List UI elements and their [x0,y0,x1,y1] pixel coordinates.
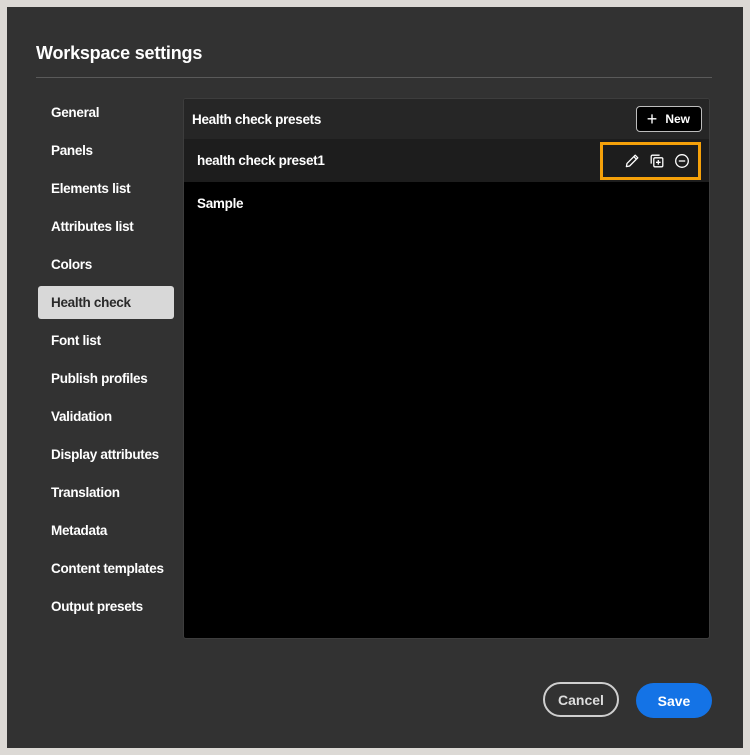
plus-icon: + [646,109,658,129]
sidebar-item-publish-profiles[interactable]: Publish profiles [38,362,174,395]
edit-icon[interactable] [623,152,641,170]
panel-title: Health check presets [192,111,322,127]
sidebar-item-health-check[interactable]: Health check [38,286,174,319]
sidebar-item-translation[interactable]: Translation [38,476,174,509]
sidebar-item-panels[interactable]: Panels [38,134,174,167]
preset-name: Sample [197,196,244,211]
cancel-button[interactable]: Cancel [543,682,619,717]
preset-actions-highlight [600,141,701,180]
preset-row[interactable]: health check preset1 [184,139,709,182]
duplicate-icon[interactable] [648,152,666,170]
panel-header: Health check presets + New [184,99,709,139]
title-divider [36,77,712,78]
dialog-title: Workspace settings [36,43,203,63]
settings-sidebar: General Panels Elements list Attributes … [38,96,174,628]
preset-row[interactable]: Sample [184,182,709,225]
preset-name: health check preset1 [197,153,325,168]
save-button[interactable]: Save [636,683,712,718]
sidebar-item-attributes-list[interactable]: Attributes list [38,210,174,243]
sidebar-item-output-presets[interactable]: Output presets [38,590,174,623]
health-check-presets-panel: Health check presets + New health check … [183,98,710,639]
sidebar-item-font-list[interactable]: Font list [38,324,174,357]
sidebar-item-elements-list[interactable]: Elements list [38,172,174,205]
sidebar-item-validation[interactable]: Validation [38,400,174,433]
new-preset-button[interactable]: + New [635,106,702,132]
sidebar-item-metadata[interactable]: Metadata [38,514,174,547]
sidebar-item-general[interactable]: General [38,96,174,129]
remove-icon[interactable] [673,152,691,170]
workspace-settings-dialog: Workspace settings General Panels Elemen… [7,7,743,748]
new-button-label: New [665,112,690,126]
sidebar-item-colors[interactable]: Colors [38,248,174,281]
sidebar-item-content-templates[interactable]: Content templates [38,552,174,585]
sidebar-item-display-attributes[interactable]: Display attributes [38,438,174,471]
